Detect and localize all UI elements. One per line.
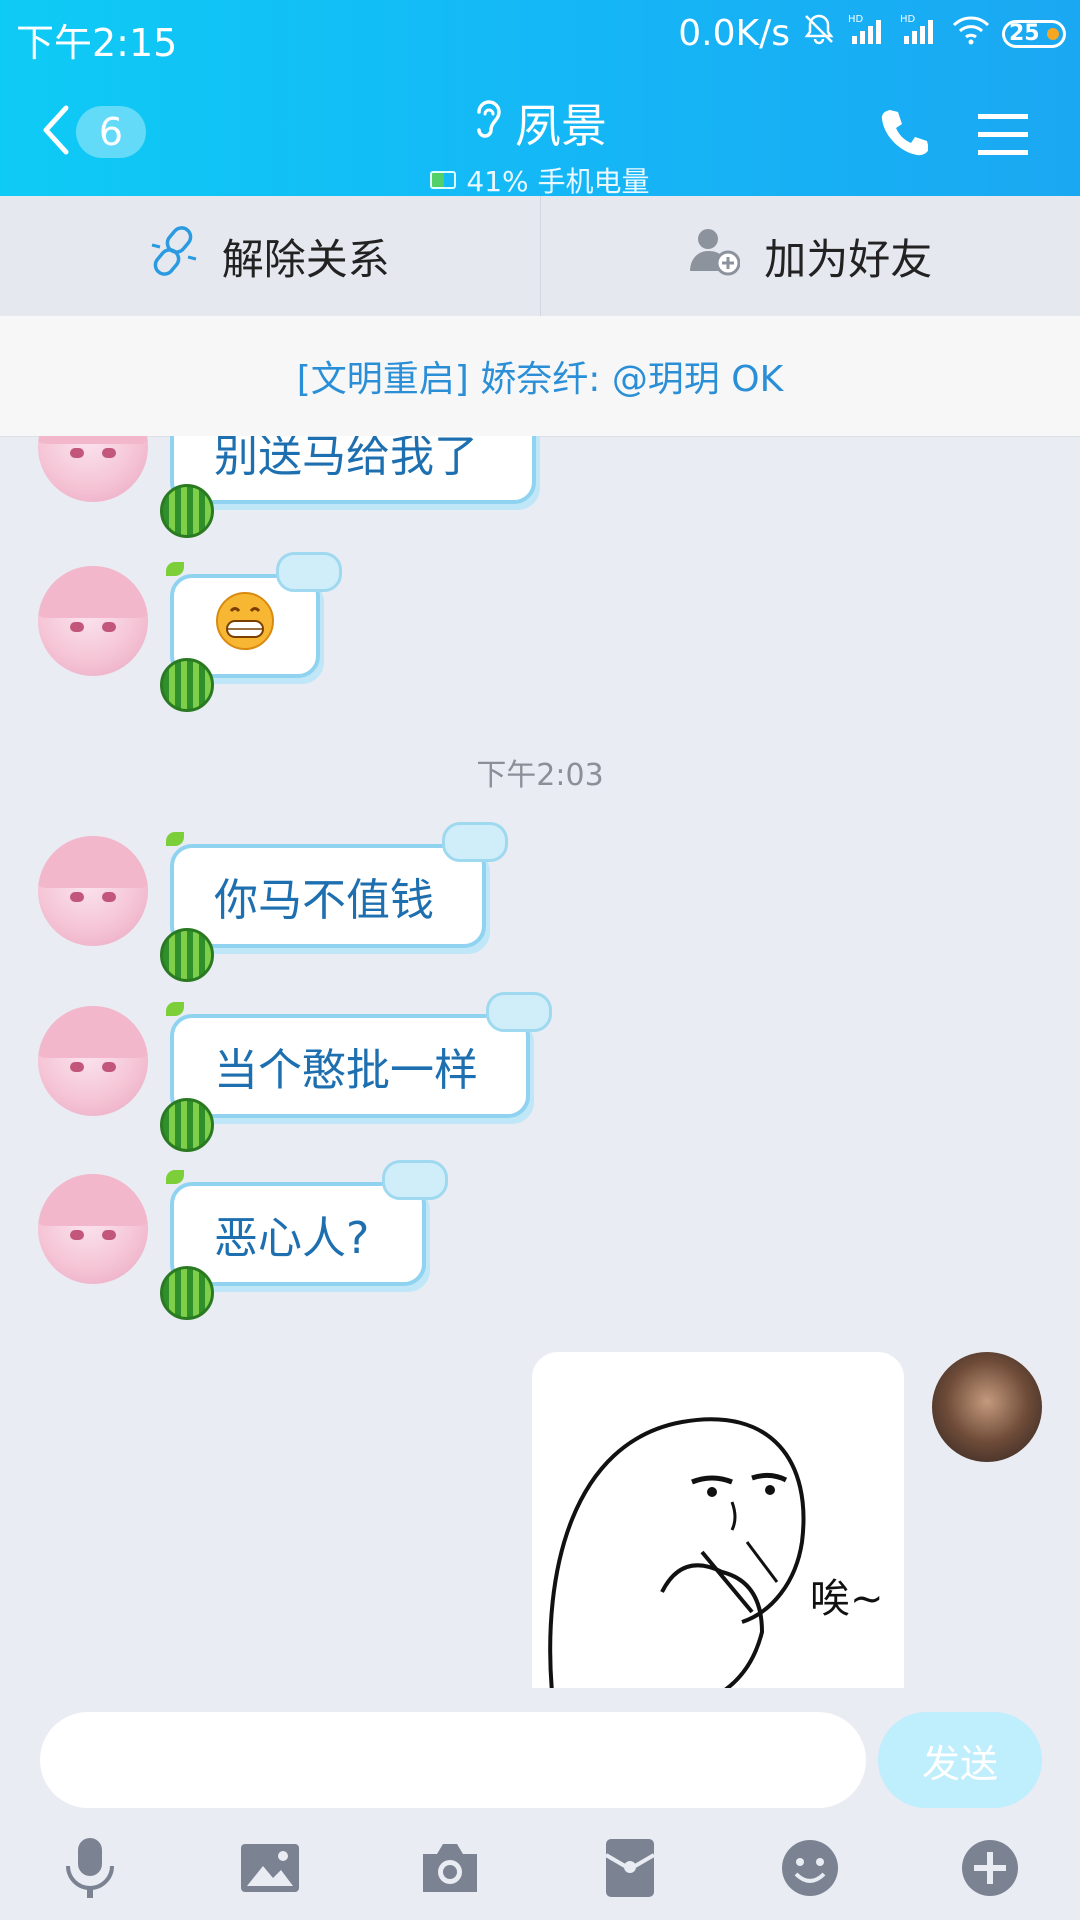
grin-emoji-icon xyxy=(215,591,275,662)
hd-signal-icon: HD xyxy=(900,12,940,55)
wifi-icon xyxy=(952,13,990,54)
sticker-message[interactable]: 唉~ xyxy=(532,1352,904,1688)
message-text: 当个憨批一样 xyxy=(214,1045,478,1096)
status-time: 下午2:15 xyxy=(16,21,178,65)
watermelon-icon xyxy=(160,658,214,712)
page-subtitle: 41% 手机电量 xyxy=(466,165,650,198)
chat-timestamp: 下午2:03 xyxy=(476,758,604,793)
watermelon-icon xyxy=(160,484,214,538)
watermelon-icon xyxy=(160,1266,214,1320)
broken-link-icon xyxy=(150,225,198,287)
message-bubble[interactable]: 你马不值钱 xyxy=(170,822,508,948)
message-text: 恶心人? xyxy=(214,1213,370,1264)
phone-call-icon[interactable] xyxy=(880,106,929,162)
message-input[interactable] xyxy=(40,1712,866,1808)
sprout-icon xyxy=(166,562,184,576)
meme-face-icon: 唉~ xyxy=(548,1417,884,1688)
avatar[interactable] xyxy=(38,436,148,502)
avatar[interactable] xyxy=(38,1006,148,1116)
relation-action-bar: 解除关系 加为好友 xyxy=(0,196,1080,317)
camera-icon[interactable] xyxy=(410,1828,490,1908)
chat-message: 你马不值钱 xyxy=(0,822,1080,986)
watermelon-icon xyxy=(160,928,214,982)
message-bubble[interactable]: 当个憨批一样 xyxy=(170,992,552,1118)
chat-message: 当个憨批一样 xyxy=(0,992,1080,1156)
chat-message: 恶心人? xyxy=(0,1160,1080,1324)
ear-icon xyxy=(473,96,503,151)
chat-message: 别送马给我了 xyxy=(0,436,1080,542)
add-friend-button[interactable]: 加为好友 xyxy=(539,196,1080,316)
page-title: 夙景 xyxy=(515,99,607,153)
image-icon[interactable] xyxy=(230,1828,310,1908)
status-bar: 下午2:15 0.0K/s HD HD 25 xyxy=(0,0,1080,68)
emoji-icon[interactable] xyxy=(770,1828,850,1908)
send-button[interactable]: 发送 xyxy=(878,1712,1042,1808)
network-speed: 0.0K/s xyxy=(678,13,790,54)
sprout-icon xyxy=(166,1170,184,1184)
unlink-label: 解除关系 xyxy=(221,234,390,284)
avatar[interactable] xyxy=(38,836,148,946)
chat-message xyxy=(0,552,1080,716)
add-user-icon xyxy=(688,225,741,287)
red-packet-icon[interactable] xyxy=(590,1828,670,1908)
mute-bell-icon xyxy=(802,12,836,55)
sprout-icon xyxy=(166,832,184,846)
menu-icon[interactable] xyxy=(978,112,1028,162)
svg-text:HD: HD xyxy=(900,14,916,25)
avatar[interactable] xyxy=(38,566,148,676)
watermelon-icon xyxy=(160,1098,214,1152)
plus-icon[interactable] xyxy=(950,1828,1030,1908)
add-friend-label: 加为好友 xyxy=(764,234,933,284)
top-bar: 下午2:15 0.0K/s HD HD 25 6 夙景 41% 手机电量 xyxy=(0,0,1080,198)
microphone-icon[interactable] xyxy=(50,1828,130,1908)
message-bubble[interactable]: 恶心人? xyxy=(170,1160,448,1286)
phone-battery-icon xyxy=(430,171,457,189)
message-text: 你马不值钱 xyxy=(214,875,434,926)
svg-text:HD: HD xyxy=(848,14,864,25)
unlink-button[interactable]: 解除关系 xyxy=(0,196,540,316)
input-bar: 发送 xyxy=(0,1688,1080,1920)
notice-text: [文明重启] 娇奈纤: @玥玥 OK xyxy=(296,359,784,400)
toolbar xyxy=(0,1828,1080,1908)
hd-signal-icon: HD xyxy=(848,12,888,55)
chat-area[interactable]: 别送马给我了 下午2:03 你马不值钱 当个憨批一样 恶心人? 唉~ xyxy=(0,436,1080,1688)
sticker-text: 唉~ xyxy=(810,1576,884,1622)
battery-level: 25 xyxy=(1009,21,1040,46)
battery-icon: 25 xyxy=(1002,19,1066,48)
sprout-icon xyxy=(166,1002,184,1016)
group-notice[interactable]: [文明重启] 娇奈纤: @玥玥 OK xyxy=(0,316,1080,437)
message-bubble[interactable]: 别送马给我了 xyxy=(170,436,536,504)
status-right: 0.0K/s HD HD 25 xyxy=(678,12,1066,55)
avatar[interactable] xyxy=(38,1174,148,1284)
self-avatar[interactable] xyxy=(932,1352,1042,1462)
nav-bar: 6 夙景 41% 手机电量 xyxy=(0,68,1080,198)
message-text: 别送马给我了 xyxy=(214,436,478,482)
